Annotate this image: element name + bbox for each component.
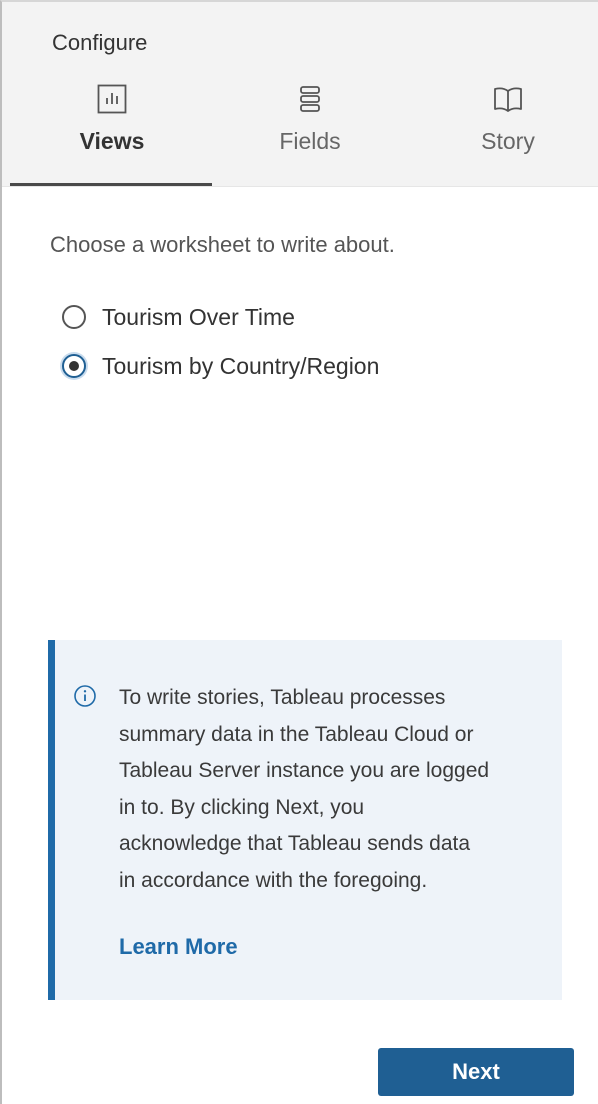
book-icon xyxy=(494,87,522,112)
radio-button[interactable] xyxy=(62,305,86,329)
tab-story-label: Story xyxy=(481,128,535,154)
tab-views[interactable]: Views xyxy=(12,82,212,186)
radio-label: Tourism Over Time xyxy=(102,303,295,330)
info-callout: To write stories, Tableau processes summ… xyxy=(48,640,562,1000)
tab-story[interactable]: Story xyxy=(408,82,598,186)
info-icon xyxy=(74,685,96,707)
learn-more-link[interactable]: Learn More xyxy=(119,934,238,960)
worksheet-prompt: Choose a worksheet to write about. xyxy=(50,232,395,257)
tab-fields[interactable]: Fields xyxy=(210,82,410,186)
radio-option-tourism-over-time[interactable]: Tourism Over Time xyxy=(62,302,295,332)
info-line: in accordance with the foregoing. xyxy=(119,868,428,892)
radio-button-selected[interactable] xyxy=(62,354,86,378)
info-text: To write stories, Tableau processes summ… xyxy=(119,680,549,899)
info-line: Tableau Server instance you are logged xyxy=(119,759,490,782)
header-divider xyxy=(2,186,598,187)
info-line: summary data in the Tableau Cloud or xyxy=(119,722,474,746)
radio-label: Tourism by Country/Region xyxy=(102,352,380,379)
tab-views-label: Views xyxy=(79,128,145,154)
info-line: acknowledge that Tableau sends data xyxy=(119,832,471,855)
bar-chart-icon xyxy=(97,84,127,114)
panel-title: Configure xyxy=(52,30,148,55)
next-button[interactable]: Next xyxy=(378,1048,574,1096)
fields-list-icon xyxy=(300,86,320,112)
radio-dot xyxy=(69,361,79,371)
info-line: in to. By clicking Next, you xyxy=(119,795,365,819)
radio-option-tourism-by-country[interactable]: Tourism by Country/Region xyxy=(62,351,379,381)
tab-fields-label: Fields xyxy=(279,128,341,154)
info-line: To write stories, Tableau processes xyxy=(119,686,446,709)
panel-header: Configure Views Fields Story xyxy=(2,2,598,187)
configure-panel: Configure Views Fields Story Choose a wo… xyxy=(0,0,598,1104)
